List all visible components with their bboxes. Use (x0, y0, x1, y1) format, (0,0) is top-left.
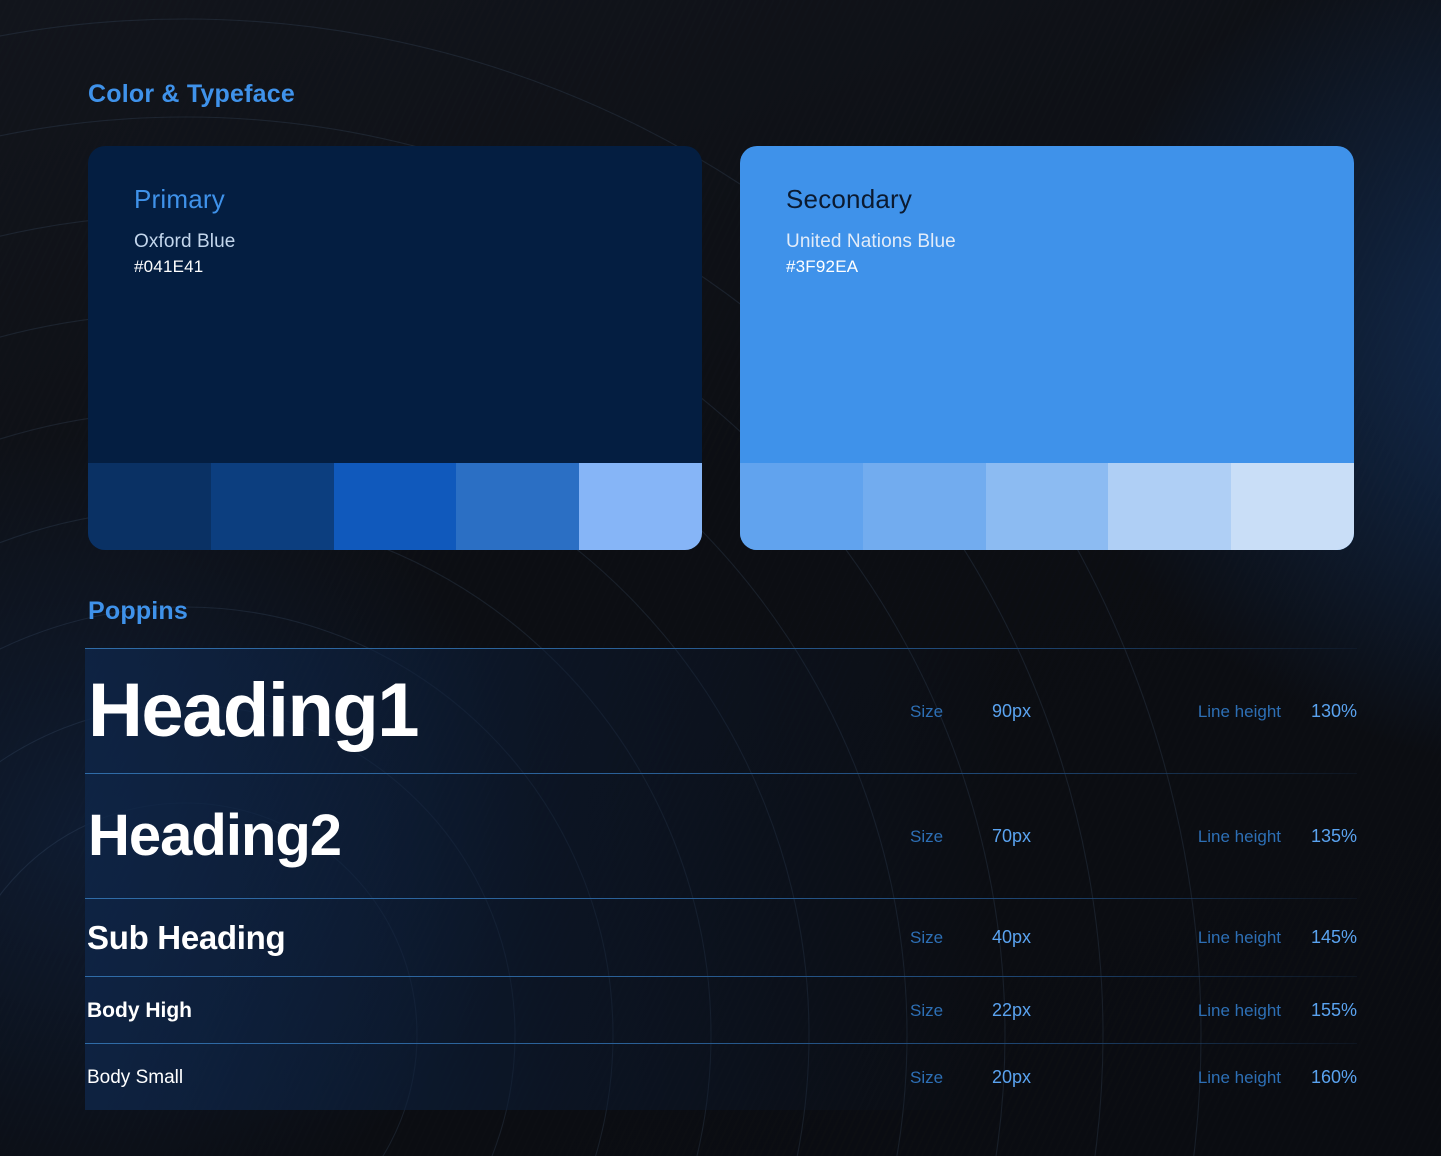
font-size-group: Size 20px (910, 1067, 1145, 1088)
line-height-group: Line height 160% (1145, 1067, 1357, 1088)
typography-row: Heading2 Size 70px Line height 135% (85, 773, 1357, 898)
swatch[interactable] (333, 463, 457, 550)
font-size-group: Size 22px (910, 1000, 1145, 1021)
page-title-color-typeface: Color & Typeface (88, 80, 295, 108)
swatch[interactable] (456, 463, 580, 550)
swatch[interactable] (740, 463, 863, 550)
color-name-label: United Nations Blue (786, 231, 956, 252)
font-size-group: Size 40px (910, 927, 1145, 948)
font-size-label: Size (910, 1000, 944, 1020)
type-sample-text: Heading2 (88, 803, 342, 868)
color-card-secondary-info: Secondary United Nations Blue #3F92EA (740, 146, 1354, 463)
line-height-value: 160% (1310, 1066, 1357, 1087)
type-sample-text: Body High (87, 998, 192, 1022)
swatch[interactable] (862, 463, 986, 550)
line-height-label: Line height (1197, 928, 1281, 947)
font-size-label: Size (910, 928, 944, 947)
typography-row: Body High Size 22px Line height 155% (85, 976, 1357, 1043)
line-height-value: 145% (1310, 927, 1357, 947)
color-name-label: Oxford Blue (134, 231, 236, 252)
color-hex-value: #041E41 (134, 257, 204, 276)
font-size-value: 90px (992, 700, 1032, 721)
line-height-label: Line height (1197, 826, 1281, 846)
typography-scale-table: Heading1 Size 90px Line height 130% Head… (85, 648, 1357, 1110)
primary-swatch-strip (88, 463, 702, 550)
font-size-group: Size 70px (910, 826, 1145, 847)
line-height-value: 135% (1310, 825, 1357, 846)
line-height-group: Line height 145% (1145, 927, 1357, 948)
font-size-value: 70px (992, 825, 1032, 846)
swatch[interactable] (1231, 463, 1354, 550)
line-height-group: Line height 130% (1145, 701, 1357, 722)
color-hex-value: #3F92EA (786, 257, 859, 276)
font-size-label: Size (910, 826, 944, 846)
color-card-primary[interactable]: Primary Oxford Blue #041E41 (88, 146, 702, 550)
color-card-secondary[interactable]: Secondary United Nations Blue #3F92EA (740, 146, 1354, 550)
swatch[interactable] (579, 463, 702, 550)
line-height-group: Line height 155% (1145, 1000, 1357, 1021)
line-height-label: Line height (1197, 1000, 1281, 1020)
type-sample-text: Sub Heading (87, 919, 286, 956)
typography-row: Sub Heading Size 40px Line height 145% (85, 898, 1357, 976)
font-size-label: Size (910, 1067, 944, 1087)
color-role-label: Secondary (786, 184, 913, 214)
color-card-primary-info: Primary Oxford Blue #041E41 (88, 146, 702, 463)
font-size-label: Size (910, 701, 944, 721)
typography-row: Heading1 Size 90px Line height 130% (85, 648, 1357, 773)
line-height-label: Line height (1197, 1067, 1281, 1087)
typeface-name-title: Poppins (88, 597, 189, 625)
font-size-value: 22px (992, 999, 1032, 1020)
swatch[interactable] (1108, 463, 1232, 550)
font-size-group: Size 90px (910, 701, 1145, 722)
secondary-swatch-strip (740, 463, 1354, 550)
font-size-value: 40px (992, 927, 1032, 947)
swatch[interactable] (88, 463, 211, 550)
type-sample-text: Heading1 (88, 668, 420, 753)
line-height-value: 130% (1310, 700, 1357, 721)
font-size-value: 20px (992, 1066, 1032, 1087)
style-guide-canvas: Color & Typeface Primary Oxford Blue #04… (0, 0, 1441, 1156)
typography-row: Body Small Size 20px Line height 160% (85, 1043, 1357, 1110)
line-height-value: 155% (1310, 999, 1357, 1020)
color-card-group: Primary Oxford Blue #041E41 Secondary Un… (88, 146, 1357, 550)
type-sample-text: Body Small (87, 1066, 184, 1088)
swatch[interactable] (210, 463, 334, 550)
line-height-group: Line height 135% (1145, 826, 1357, 847)
color-role-label: Primary (134, 184, 225, 214)
line-height-label: Line height (1197, 701, 1281, 721)
swatch[interactable] (985, 463, 1109, 550)
